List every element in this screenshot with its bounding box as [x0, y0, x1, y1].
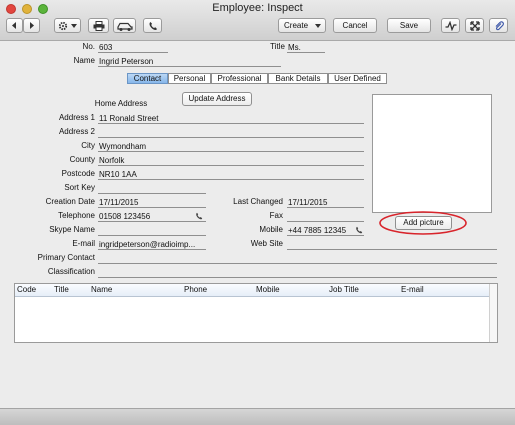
postcode-label: Postcode: [61, 169, 95, 178]
mobile-dial-icon[interactable]: [355, 226, 363, 234]
phone-icon: [149, 22, 157, 31]
status-bar: [0, 408, 515, 425]
print-icon: [93, 21, 104, 31]
classification-label: Classification: [47, 267, 95, 276]
tab-contact[interactable]: Contact: [127, 73, 168, 84]
chevron-down-icon: [315, 24, 321, 28]
employee-inspect-window: Employee: Inspect Create Cancel Save No.…: [0, 0, 515, 425]
gear-icon: [58, 21, 77, 31]
telephone-value: 01508 123456: [99, 212, 151, 221]
column-header-name[interactable]: Name: [91, 285, 112, 294]
city-field[interactable]: Wymondham: [98, 141, 364, 152]
mobile-label: Mobile: [259, 225, 283, 234]
last-changed-field[interactable]: 17/11/2015: [287, 197, 364, 208]
car-icon: [116, 22, 133, 31]
no-field[interactable]: 603: [98, 42, 168, 53]
primary-contact-label: Primary Contact: [37, 253, 95, 262]
fax-label: Fax: [269, 211, 283, 220]
creation-date-field[interactable]: 17/11/2015: [98, 197, 206, 208]
postcode-field[interactable]: NR10 1AA: [98, 169, 364, 180]
column-header-email[interactable]: E-mail: [401, 285, 424, 294]
title-bar: Employee: Inspect Create Cancel Save: [0, 0, 515, 41]
back-button[interactable]: [6, 18, 23, 33]
fax-field[interactable]: [287, 211, 364, 222]
telephone-field[interactable]: 01508 123456: [98, 211, 206, 222]
skype-name-label: Skype Name: [49, 225, 95, 234]
fullscreen-button[interactable]: [465, 18, 484, 33]
email-field[interactable]: ingridpeterson@radioimp...: [98, 239, 206, 250]
forward-button[interactable]: [23, 18, 40, 33]
county-label: County: [69, 155, 95, 164]
activity-button[interactable]: [441, 18, 460, 33]
address2-label: Address 2: [58, 127, 95, 136]
attachment-button[interactable]: [489, 18, 508, 33]
table-scrollbar[interactable]: [489, 284, 497, 342]
travel-button[interactable]: [113, 18, 136, 33]
save-button[interactable]: Save: [387, 18, 431, 33]
contacts-table[interactable]: Code Title Name Phone Mobile Job Title E…: [14, 283, 498, 343]
no-label: No.: [82, 42, 95, 51]
address1-label: Address 1: [58, 113, 95, 122]
address1-field[interactable]: 11 Ronald Street: [98, 113, 364, 124]
print-button[interactable]: [88, 18, 109, 33]
title-field[interactable]: Ms.: [287, 42, 325, 53]
forward-arrow-icon: [30, 22, 34, 29]
window-title: Employee: Inspect: [212, 2, 303, 14]
column-header-mobile[interactable]: Mobile: [256, 285, 280, 294]
tab-bank-details[interactable]: Bank Details: [268, 73, 328, 84]
cancel-button[interactable]: Cancel: [333, 18, 377, 33]
tab-professional[interactable]: Professional: [211, 73, 268, 84]
sort-key-field[interactable]: [98, 183, 206, 194]
last-changed-label: Last Changed: [233, 197, 283, 206]
actions-menu-button[interactable]: [54, 18, 81, 33]
sort-key-label: Sort Key: [64, 183, 95, 192]
column-header-title[interactable]: Title: [54, 285, 69, 294]
mobile-field[interactable]: +44 7885 12345: [287, 225, 364, 236]
website-field[interactable]: [287, 239, 497, 250]
email-label: E-mail: [72, 239, 95, 248]
attachment-icon: [495, 21, 504, 31]
activity-icon: [445, 21, 456, 31]
fullscreen-icon: [469, 21, 480, 31]
column-header-job-title[interactable]: Job Title: [329, 285, 359, 294]
mobile-value: +44 7885 12345: [288, 226, 347, 235]
primary-contact-field[interactable]: [98, 253, 497, 264]
tab-user-defined[interactable]: User Defined: [328, 73, 387, 84]
table-header: Code Title Name Phone Mobile Job Title E…: [15, 284, 497, 297]
county-field[interactable]: Norfolk: [98, 155, 364, 166]
telephone-label: Telephone: [58, 211, 95, 220]
title-label: Title: [270, 42, 285, 51]
update-address-button[interactable]: Update Address: [182, 92, 252, 106]
classification-field[interactable]: [98, 267, 497, 278]
highlight-circle-annotation: [379, 211, 467, 235]
name-field[interactable]: Ingrid Peterson: [98, 56, 281, 67]
back-arrow-icon: [12, 22, 16, 29]
skype-name-field[interactable]: [98, 225, 206, 236]
create-button-label: Create: [284, 21, 309, 30]
column-header-code[interactable]: Code: [17, 285, 36, 294]
home-address-label: Home Address: [94, 99, 148, 108]
picture-box[interactable]: [372, 94, 492, 213]
creation-date-label: Creation Date: [45, 197, 95, 206]
address2-field[interactable]: [98, 127, 364, 138]
city-label: City: [81, 141, 95, 150]
name-label: Name: [73, 56, 95, 65]
phone-button[interactable]: [143, 18, 162, 33]
telephone-dial-icon[interactable]: [195, 212, 203, 220]
create-button[interactable]: Create: [278, 18, 326, 33]
column-header-phone[interactable]: Phone: [184, 285, 207, 294]
tab-personal[interactable]: Personal: [168, 73, 211, 84]
website-label: Web Site: [250, 239, 283, 248]
